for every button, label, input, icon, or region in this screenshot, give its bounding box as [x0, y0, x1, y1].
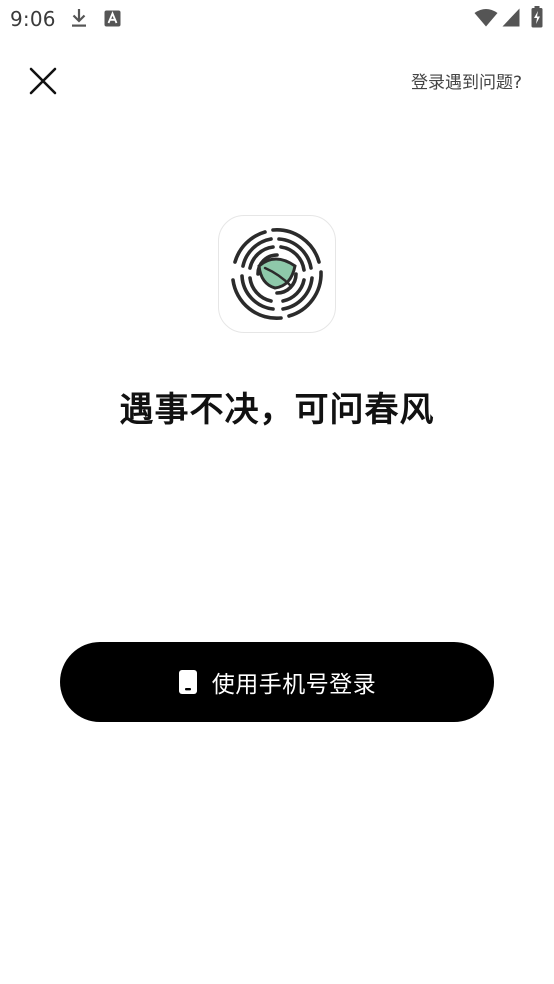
phone-login-button[interactable]: 使用手机号登录 [60, 642, 494, 722]
font-app-icon [104, 10, 121, 31]
app-logo [218, 215, 336, 333]
phone-login-label: 使用手机号登录 [211, 672, 377, 698]
status-bar: 9:06 [0, 0, 554, 38]
battery-charging-icon [531, 6, 543, 32]
signal-icon [502, 8, 520, 31]
login-help-link[interactable]: 登录遇到问题? [411, 68, 522, 93]
download-icon [70, 8, 88, 32]
slogan-text: 遇事不决，可问春风 [119, 390, 435, 430]
close-icon [29, 67, 57, 95]
login-screen: 9:06 登录遇到问题? 遇事不决，可问春风 使用手机号登录 [0, 0, 554, 984]
leaf-rings-logo-icon [231, 228, 323, 321]
wifi-icon [474, 9, 498, 31]
close-button[interactable] [24, 62, 62, 100]
status-time: 9:06 [10, 7, 56, 31]
phone-icon [178, 670, 197, 694]
